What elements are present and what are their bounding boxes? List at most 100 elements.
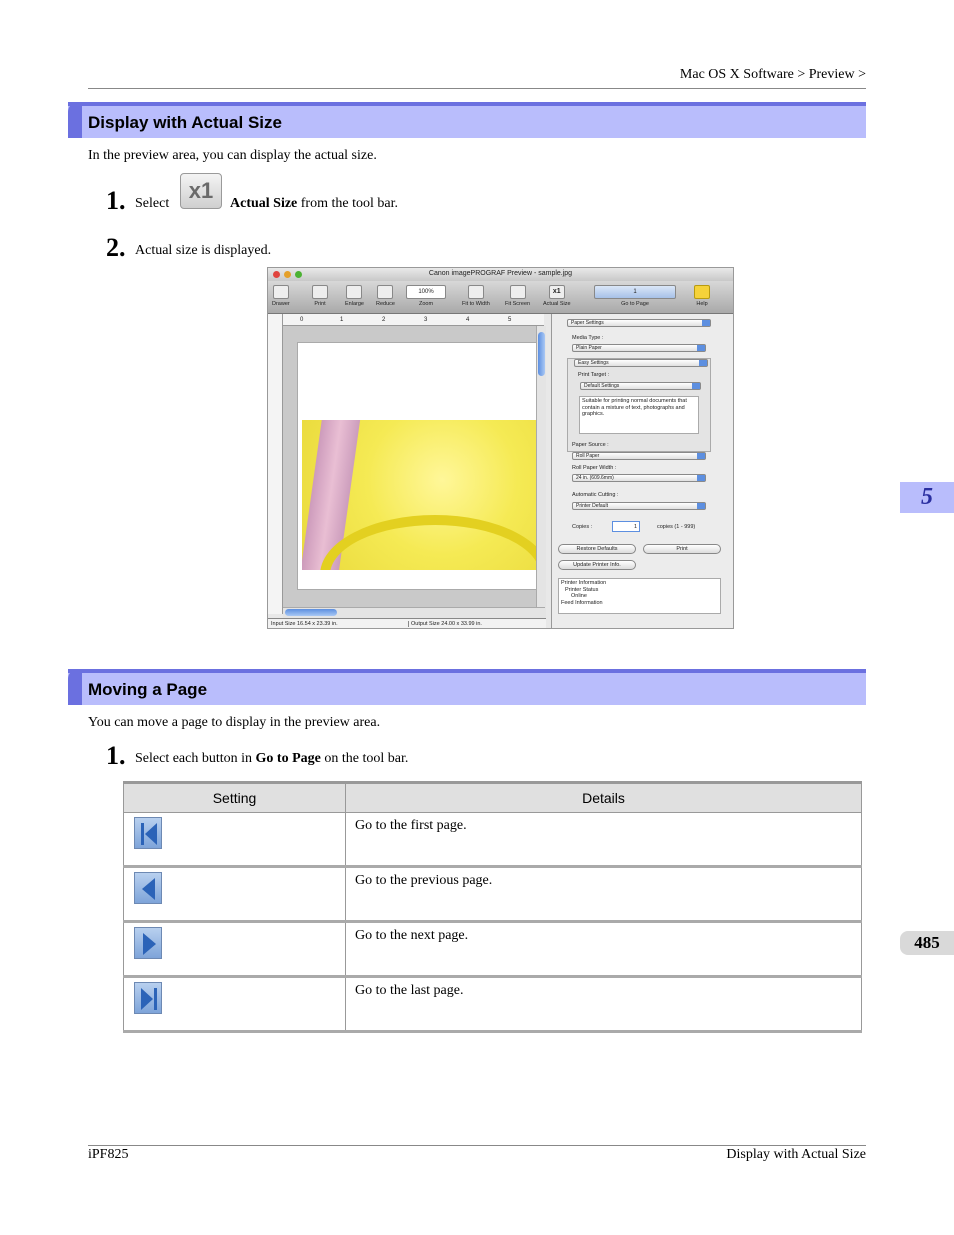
table-row: Go to the last page. xyxy=(123,976,862,1033)
toolbar-zoom: 100% Zoom xyxy=(406,285,446,307)
column-header-details: Details xyxy=(345,781,862,813)
media-type-select: Plain Paper xyxy=(572,344,706,352)
details-cell: Go to the last page. xyxy=(345,976,862,1033)
drawer-icon xyxy=(272,285,289,299)
window-title: Canon imagePROGRAF Preview - sample.jpg xyxy=(428,270,573,277)
toolbar-label: Print xyxy=(314,301,326,307)
toolbar-label: Enlarge xyxy=(345,301,364,307)
section-tab-marker xyxy=(68,669,82,705)
step-text-rest: Actual Size from the tool bar. xyxy=(230,196,398,212)
print-target-label: Print Target : xyxy=(578,372,610,378)
last-page-icon xyxy=(134,982,162,1014)
ruler-mark: 0 xyxy=(300,317,304,323)
roll-width-label: Roll Paper Width : xyxy=(572,465,617,471)
section-title: Display with Actual Size xyxy=(88,113,282,132)
ruler-mark: 3 xyxy=(424,317,428,323)
scroll-thumb xyxy=(285,609,337,616)
step-text-pre: Select xyxy=(135,196,170,211)
step-text: Select each button in Go to Page on the … xyxy=(135,751,408,767)
horizontal-scrollbar xyxy=(283,607,545,618)
zoom-field: 100% xyxy=(406,285,446,299)
go-to-page-table: Setting Details Go to the first page. Go… xyxy=(123,781,862,1033)
toolbar-label: Fit to Width xyxy=(462,301,490,307)
table-row: Go to the first page. xyxy=(123,812,862,868)
footer-divider xyxy=(88,1145,866,1146)
step-text-post: from the tool bar. xyxy=(300,196,398,211)
actual-size-label: Actual Size xyxy=(230,196,298,211)
actual-size-x1-icon: x1 xyxy=(180,173,222,209)
next-page-icon xyxy=(134,927,162,959)
column-header-setting: Setting xyxy=(123,781,346,813)
toolbar-help: Help xyxy=(694,285,710,307)
preview-window-screenshot: Canon imagePROGRAF Preview - sample.jpg … xyxy=(267,267,734,629)
print-target-select: Default Settings xyxy=(580,382,701,390)
setting-cell xyxy=(123,921,346,978)
section-title: Moving a Page xyxy=(88,680,208,699)
step-text-pre: Select each button in xyxy=(135,751,253,766)
ruler-mark: 2 xyxy=(382,317,386,323)
paper-settings-select: Paper Settings xyxy=(567,319,711,327)
setting-cell xyxy=(123,976,346,1033)
step-text-post: on the tool bar. xyxy=(324,751,409,766)
vertical-ruler xyxy=(268,314,283,614)
header-divider xyxy=(88,88,866,89)
breadcrumb: Mac OS X Software > Preview > xyxy=(679,67,866,82)
section-heading-actual-size: Display with Actual Size xyxy=(68,102,866,138)
actual-size-x1-icon: x1 xyxy=(548,285,565,299)
step-number: 2. xyxy=(106,233,126,262)
details-cell: Go to the first page. xyxy=(345,812,862,868)
magnifier-plus-icon xyxy=(346,285,363,299)
print-button: Print xyxy=(643,544,721,554)
footer-right: Display with Actual Size xyxy=(726,1147,866,1162)
table-row: Go to the previous page. xyxy=(123,866,862,923)
intro-text: You can move a page to display in the pr… xyxy=(88,715,381,730)
settings-panel: Paper Settings Media Type : Plain Paper … xyxy=(551,314,733,628)
intro-text: In the preview area, you can display the… xyxy=(88,148,377,163)
toolbar-label: Drawer xyxy=(272,301,290,307)
print-icon xyxy=(312,285,328,299)
toolbar-fit-width: Fit to Width xyxy=(462,285,490,307)
step-text: Actual size is displayed. xyxy=(135,243,272,258)
chapter-tab: 5 xyxy=(900,482,954,513)
toolbar-label: Zoom xyxy=(418,301,434,307)
toolbar-fit-screen: Fit Screen xyxy=(505,285,530,307)
preview-page xyxy=(297,342,539,590)
window-titlebar: Canon imagePROGRAF Preview - sample.jpg xyxy=(268,268,733,281)
setting-cell xyxy=(123,812,346,868)
auto-cutting-label: Automatic Cutting : xyxy=(572,492,619,498)
go-to-page-label: Go to Page xyxy=(255,751,321,766)
copies-label: Copies : xyxy=(572,524,593,530)
roll-width-select: 24 in. (609.6mm) xyxy=(572,474,706,482)
toolbar-print: Print xyxy=(312,285,328,307)
toolbar-label: Actual Size xyxy=(543,301,571,307)
restore-defaults-button: Restore Defaults xyxy=(558,544,636,554)
output-size-text: Output Size 24.00 x 33.99 in. xyxy=(408,621,482,627)
horizontal-ruler: 0 1 2 3 4 5 xyxy=(282,314,544,326)
magnifier-minus-icon xyxy=(377,285,394,299)
fit-screen-icon xyxy=(509,285,526,299)
sample-photo xyxy=(302,420,536,570)
ruler-mark: 5 xyxy=(508,317,512,323)
toolbar-label: Fit Screen xyxy=(505,301,531,307)
step-text: Select xyxy=(135,196,169,212)
footer-left: iPF825 xyxy=(88,1147,129,1162)
printer-information-list: Printer Information Printer Status Onlin… xyxy=(558,578,721,614)
input-size-text: Input Size 16.54 x 23.39 in. xyxy=(271,621,338,627)
ruler-mark: 1 xyxy=(340,317,344,323)
previous-page-icon xyxy=(134,872,162,904)
measuring-tape-yellow xyxy=(320,515,536,570)
toolbar-label: Go to Page xyxy=(621,301,649,307)
toolbar-label: Help xyxy=(696,301,708,307)
paper-source-select: Roll Paper xyxy=(572,452,706,460)
vertical-scrollbar xyxy=(536,326,546,618)
update-printer-info-button: Update Printer Info. xyxy=(558,560,636,570)
toolbar-reduce: Reduce xyxy=(376,285,395,307)
toolbar-label: Reduce xyxy=(376,301,395,307)
toolbar: Drawer Print Enlarge Reduce 100% Zoom Fit… xyxy=(268,281,733,314)
page-number: 485 xyxy=(900,931,954,955)
step-number: 1. xyxy=(106,741,126,770)
copies-field: 1 xyxy=(612,521,640,532)
info-line: Feed Information xyxy=(561,599,603,606)
auto-cutting-select: Printer Default xyxy=(572,502,706,510)
go-to-page-controls: 1 xyxy=(594,285,676,299)
